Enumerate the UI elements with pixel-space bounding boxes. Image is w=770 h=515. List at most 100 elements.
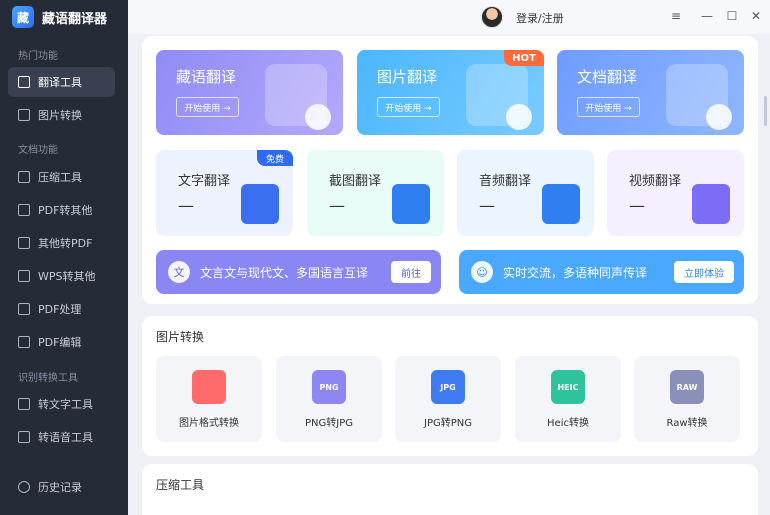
- clock-icon: [18, 481, 30, 493]
- sidebar-item-label: 历史记录: [38, 481, 82, 494]
- text-icon: 文: [168, 261, 190, 283]
- png-file-icon: PNG: [312, 370, 346, 404]
- start-button[interactable]: 开始使用 →: [377, 97, 440, 117]
- sidebar-item-image-convert[interactable]: 图片转换: [8, 100, 115, 130]
- voice-icon: [18, 431, 30, 443]
- tool-heic[interactable]: HEIC Heic转换: [515, 356, 621, 442]
- translate-icon: [265, 64, 331, 130]
- sidebar-item-pdf-to-other[interactable]: PDF转其他: [8, 195, 115, 225]
- text-icon: [18, 398, 30, 410]
- card-image-translate[interactable]: 图片翻译 开始使用 → HOT: [357, 50, 544, 135]
- section-title: 图片转换: [156, 330, 205, 344]
- sidebar: 藏 藏语翻译器 热门功能 翻译工具 图片转换 文档功能 压缩工具 PDF转其他 …: [0, 0, 128, 515]
- person-icon: ☺: [471, 261, 493, 283]
- start-button[interactable]: 开始使用 →: [176, 97, 239, 117]
- card-title: 藏语翻译: [176, 68, 237, 86]
- image-format-icon: [192, 370, 226, 404]
- sidebar-item-label: 压缩工具: [38, 171, 82, 184]
- card-value: —: [329, 196, 345, 215]
- card-title: 文字翻译: [178, 174, 231, 189]
- video-icon: [692, 184, 730, 224]
- card-doc-translate[interactable]: 文档翻译 开始使用 →: [557, 50, 744, 135]
- translate-panel: 藏语翻译 开始使用 → 图片翻译 开始使用 → HOT 文档翻译 开始使用 → …: [142, 36, 758, 304]
- tool-label: Raw转换: [666, 418, 708, 429]
- image-icon: [466, 64, 532, 130]
- free-badge: 免费: [257, 150, 293, 166]
- card-value: —: [178, 196, 194, 215]
- banner-simultaneous[interactable]: ☺ 实时交流，多语种同声传译 立即体验: [459, 250, 744, 294]
- text-doc-icon: [241, 184, 279, 224]
- compress-panel: 压缩工具: [142, 464, 758, 515]
- sidebar-item-wps[interactable]: WPS转其他: [8, 261, 115, 291]
- image-icon: [18, 109, 30, 121]
- sidebar-item-compress[interactable]: 压缩工具: [8, 162, 115, 192]
- image-convert-panel: 图片转换 图片格式转换 PNG PNG转JPG JPG JPG转PNG HEIC…: [142, 316, 758, 456]
- app-logo-icon: 藏: [12, 6, 34, 28]
- sidebar-item-label: 其他转PDF: [38, 237, 93, 250]
- sidebar-item-label: 翻译工具: [38, 76, 82, 89]
- card-screenshot-translate[interactable]: 截图翻译 —: [307, 150, 444, 236]
- title-bar: 登录/注册 ≡ — ☐ ✕: [128, 0, 770, 34]
- pdf-icon: [18, 237, 30, 249]
- tool-raw[interactable]: RAW Raw转换: [634, 356, 740, 442]
- banner-classical-chinese[interactable]: 文 文言文与现代文、多国语言互译 前往: [156, 250, 441, 294]
- card-tibetan-translate[interactable]: 藏语翻译 开始使用 →: [156, 50, 343, 135]
- pdf-icon: [18, 204, 30, 216]
- login-link[interactable]: 登录/注册: [516, 10, 564, 26]
- minimize-icon[interactable]: —: [700, 9, 714, 23]
- section-recognize: 识别转换工具: [18, 373, 78, 384]
- card-title: 音频翻译: [479, 174, 532, 189]
- start-button[interactable]: 开始使用 →: [577, 97, 640, 117]
- app-brand: 藏 藏语翻译器: [12, 6, 107, 28]
- card-audio-translate[interactable]: 音频翻译 —: [457, 150, 594, 236]
- sidebar-item-to-text[interactable]: 转文字工具: [8, 389, 115, 419]
- raw-file-icon: RAW: [670, 370, 704, 404]
- sidebar-item-label: PDF编辑: [38, 336, 82, 349]
- tool-label: 图片格式转换: [179, 418, 239, 429]
- sidebar-item-translate[interactable]: 翻译工具: [8, 67, 115, 97]
- scrollbar[interactable]: [764, 96, 767, 126]
- card-value: —: [629, 196, 645, 215]
- maximize-icon[interactable]: ☐: [725, 9, 739, 23]
- tool-image-format[interactable]: 图片格式转换: [156, 356, 262, 442]
- menu-icon[interactable]: ≡: [669, 9, 683, 23]
- tool-label: PNG转JPG: [305, 418, 353, 429]
- card-video-translate[interactable]: 视频翻译 —: [607, 150, 744, 236]
- sidebar-item-label: PDF处理: [38, 303, 82, 316]
- try-now-button[interactable]: 立即体验: [674, 261, 734, 283]
- sidebar-item-to-voice[interactable]: 转语音工具: [8, 422, 115, 452]
- jpg-file-icon: JPG: [431, 370, 465, 404]
- card-text-translate[interactable]: 文字翻译 — 免费: [156, 150, 293, 236]
- edit-icon: [18, 336, 30, 348]
- tool-jpg-to-png[interactable]: JPG JPG转PNG: [395, 356, 501, 442]
- tool-label: JPG转PNG: [424, 418, 472, 429]
- wps-icon: [18, 270, 30, 282]
- sidebar-item-label: PDF转其他: [38, 204, 93, 217]
- sidebar-item-label: 图片转换: [38, 109, 82, 122]
- tool-label: Heic转换: [547, 418, 589, 429]
- sidebar-item-pdf-edit[interactable]: PDF编辑: [8, 327, 115, 357]
- sidebar-item-label: 转文字工具: [38, 398, 93, 411]
- card-title: 文档翻译: [577, 68, 638, 86]
- sidebar-item-label: 转语音工具: [38, 431, 93, 444]
- sidebar-item-pdf-process[interactable]: PDF处理: [8, 294, 115, 324]
- screenshot-icon: [392, 184, 430, 224]
- section-doc: 文档功能: [18, 145, 58, 156]
- pdf-icon: [18, 303, 30, 315]
- main-content: 藏语翻译 开始使用 → 图片翻译 开始使用 → HOT 文档翻译 开始使用 → …: [128, 34, 770, 515]
- section-title: 压缩工具: [156, 478, 205, 492]
- heic-file-icon: HEIC: [551, 370, 585, 404]
- close-icon[interactable]: ✕: [749, 9, 763, 23]
- banner-text: 实时交流，多语种同声传译: [503, 266, 648, 280]
- banner-text: 文言文与现代文、多国语言互译: [200, 266, 369, 280]
- app-name: 藏语翻译器: [42, 11, 108, 27]
- go-button[interactable]: 前往: [391, 261, 431, 283]
- sidebar-item-history[interactable]: 历史记录: [8, 472, 115, 502]
- sidebar-item-label: WPS转其他: [38, 270, 96, 283]
- tool-png-to-jpg[interactable]: PNG PNG转JPG: [276, 356, 382, 442]
- section-hot: 热门功能: [18, 51, 58, 62]
- compress-icon: [18, 171, 30, 183]
- card-title: 图片翻译: [377, 68, 438, 86]
- avatar[interactable]: [481, 6, 503, 28]
- sidebar-item-other-to-pdf[interactable]: 其他转PDF: [8, 228, 115, 258]
